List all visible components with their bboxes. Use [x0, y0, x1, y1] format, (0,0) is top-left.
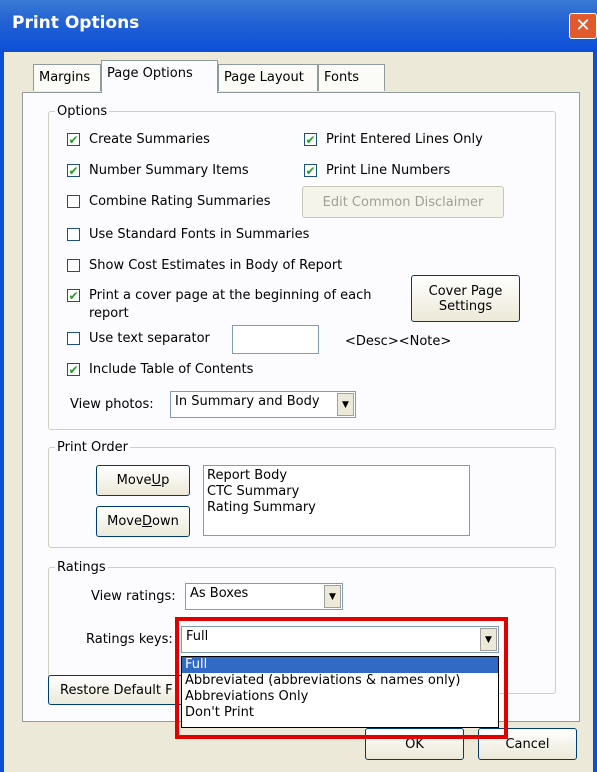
- chevron-down-icon[interactable]: ▼: [480, 628, 497, 651]
- check-icon: ✔: [67, 132, 80, 147]
- show-cost-estimates-label: Show Cost Estimates in Body of Report: [89, 258, 343, 273]
- create-summaries-checkbox[interactable]: ✔ Create Summaries: [67, 131, 210, 149]
- options-legend: Options: [57, 104, 108, 119]
- combine-rating-summaries-checkbox[interactable]: Combine Rating Summaries: [67, 193, 271, 211]
- number-summary-items-checkbox[interactable]: ✔ Number Summary Items: [67, 162, 249, 180]
- check-icon: ✔: [304, 132, 317, 147]
- ok-button[interactable]: OK: [365, 728, 464, 760]
- close-icon[interactable]: ✕: [569, 13, 597, 39]
- print-line-numbers-label: Print Line Numbers: [326, 163, 451, 178]
- move-down-label-post: own: [152, 514, 179, 529]
- tab-fonts[interactable]: Fonts: [318, 64, 385, 91]
- checkbox-empty-icon: [67, 228, 80, 241]
- list-item[interactable]: Report Body: [207, 468, 466, 484]
- use-standard-fonts-checkbox[interactable]: Use Standard Fonts in Summaries: [67, 226, 309, 244]
- window-border-left: [0, 52, 4, 772]
- window-title: Print Options: [12, 13, 140, 33]
- chevron-down-icon[interactable]: ▼: [337, 393, 354, 416]
- check-icon: ✔: [67, 163, 80, 178]
- dropdown-option-abbreviations-only[interactable]: Abbreviations Only: [182, 689, 498, 705]
- edit-common-disclaimer-button[interactable]: Edit Common Disclaimer: [302, 186, 504, 218]
- check-icon: ✔: [67, 288, 80, 303]
- move-down-label-pre: Move: [107, 514, 143, 529]
- use-standard-fonts-label: Use Standard Fonts in Summaries: [89, 227, 310, 242]
- ratings-keys-label: Ratings keys:: [86, 632, 173, 647]
- print-options-dialog: Print Options ✕ Margins Page Options Pag…: [0, 0, 597, 772]
- list-item[interactable]: Rating Summary: [207, 500, 466, 516]
- view-photos-label: View photos:: [70, 397, 154, 412]
- checkbox-empty-icon: [67, 332, 80, 345]
- view-photos-value: In Summary and Body: [175, 394, 320, 409]
- move-down-label-key: D: [142, 514, 153, 529]
- print-cover-page-checkbox[interactable]: ✔ Print a cover page at the beginning of…: [67, 287, 397, 323]
- view-ratings-value: As Boxes: [190, 586, 249, 601]
- view-ratings-label: View ratings:: [91, 589, 176, 604]
- dropdown-option-full[interactable]: Full: [182, 657, 498, 673]
- view-ratings-select[interactable]: As Boxes ▼: [185, 583, 343, 610]
- check-icon: ✔: [304, 163, 317, 178]
- dropdown-option-dont-print[interactable]: Don't Print: [182, 705, 498, 721]
- cover-page-settings-button[interactable]: Cover Page Settings: [411, 275, 520, 322]
- print-order-list[interactable]: Report Body CTC Summary Rating Summary: [203, 465, 470, 536]
- move-up-button[interactable]: Move Up: [96, 465, 190, 496]
- tab-page-options[interactable]: Page Options: [101, 60, 218, 93]
- ratings-legend: Ratings: [57, 560, 106, 575]
- move-down-button[interactable]: Move Down: [96, 506, 190, 537]
- use-text-separator-label: Use text separator: [89, 331, 210, 346]
- print-line-numbers-checkbox[interactable]: ✔ Print Line Numbers: [304, 162, 450, 180]
- ratings-keys-value: Full: [186, 629, 209, 644]
- print-order-legend: Print Order: [57, 440, 128, 455]
- print-entered-lines-label: Print Entered Lines Only: [326, 132, 483, 147]
- desc-note-text: <Desc><Note>: [345, 334, 452, 349]
- include-toc-checkbox[interactable]: ✔ Include Table of Contents: [67, 361, 253, 379]
- title-bar: Print Options ✕: [0, 0, 597, 52]
- view-photos-select[interactable]: In Summary and Body ▼: [170, 391, 356, 418]
- print-entered-lines-checkbox[interactable]: ✔ Print Entered Lines Only: [304, 131, 483, 149]
- cancel-button[interactable]: Cancel: [478, 728, 577, 760]
- show-cost-estimates-checkbox[interactable]: Show Cost Estimates in Body of Report: [67, 257, 342, 275]
- move-up-label-post: p: [161, 473, 170, 488]
- move-up-label-key: U: [151, 473, 162, 488]
- dropdown-option-abbreviated[interactable]: Abbreviated (abbreviations & names only): [182, 673, 498, 689]
- include-toc-label: Include Table of Contents: [89, 362, 254, 377]
- checkbox-empty-icon: [67, 195, 80, 208]
- combine-rating-summaries-label: Combine Rating Summaries: [89, 194, 271, 209]
- text-separator-input[interactable]: [232, 325, 319, 354]
- checkbox-empty-icon: [67, 259, 80, 272]
- ratings-keys-select[interactable]: Full ▼: [181, 626, 499, 653]
- use-text-separator-checkbox[interactable]: Use text separator: [67, 330, 210, 348]
- move-up-label-pre: Move: [116, 473, 152, 488]
- tab-page-layout[interactable]: Page Layout: [218, 64, 318, 91]
- list-item[interactable]: CTC Summary: [207, 484, 466, 500]
- create-summaries-label: Create Summaries: [89, 132, 210, 147]
- print-cover-page-label: Print a cover page at the beginning of e…: [89, 288, 372, 321]
- tab-margins[interactable]: Margins: [33, 64, 101, 91]
- check-icon: ✔: [67, 362, 80, 377]
- chevron-down-icon[interactable]: ▼: [324, 585, 341, 608]
- number-summary-items-label: Number Summary Items: [89, 163, 249, 178]
- ratings-keys-dropdown-list: Full Abbreviated (abbreviations & names …: [181, 656, 499, 728]
- window-border-right: [593, 52, 597, 772]
